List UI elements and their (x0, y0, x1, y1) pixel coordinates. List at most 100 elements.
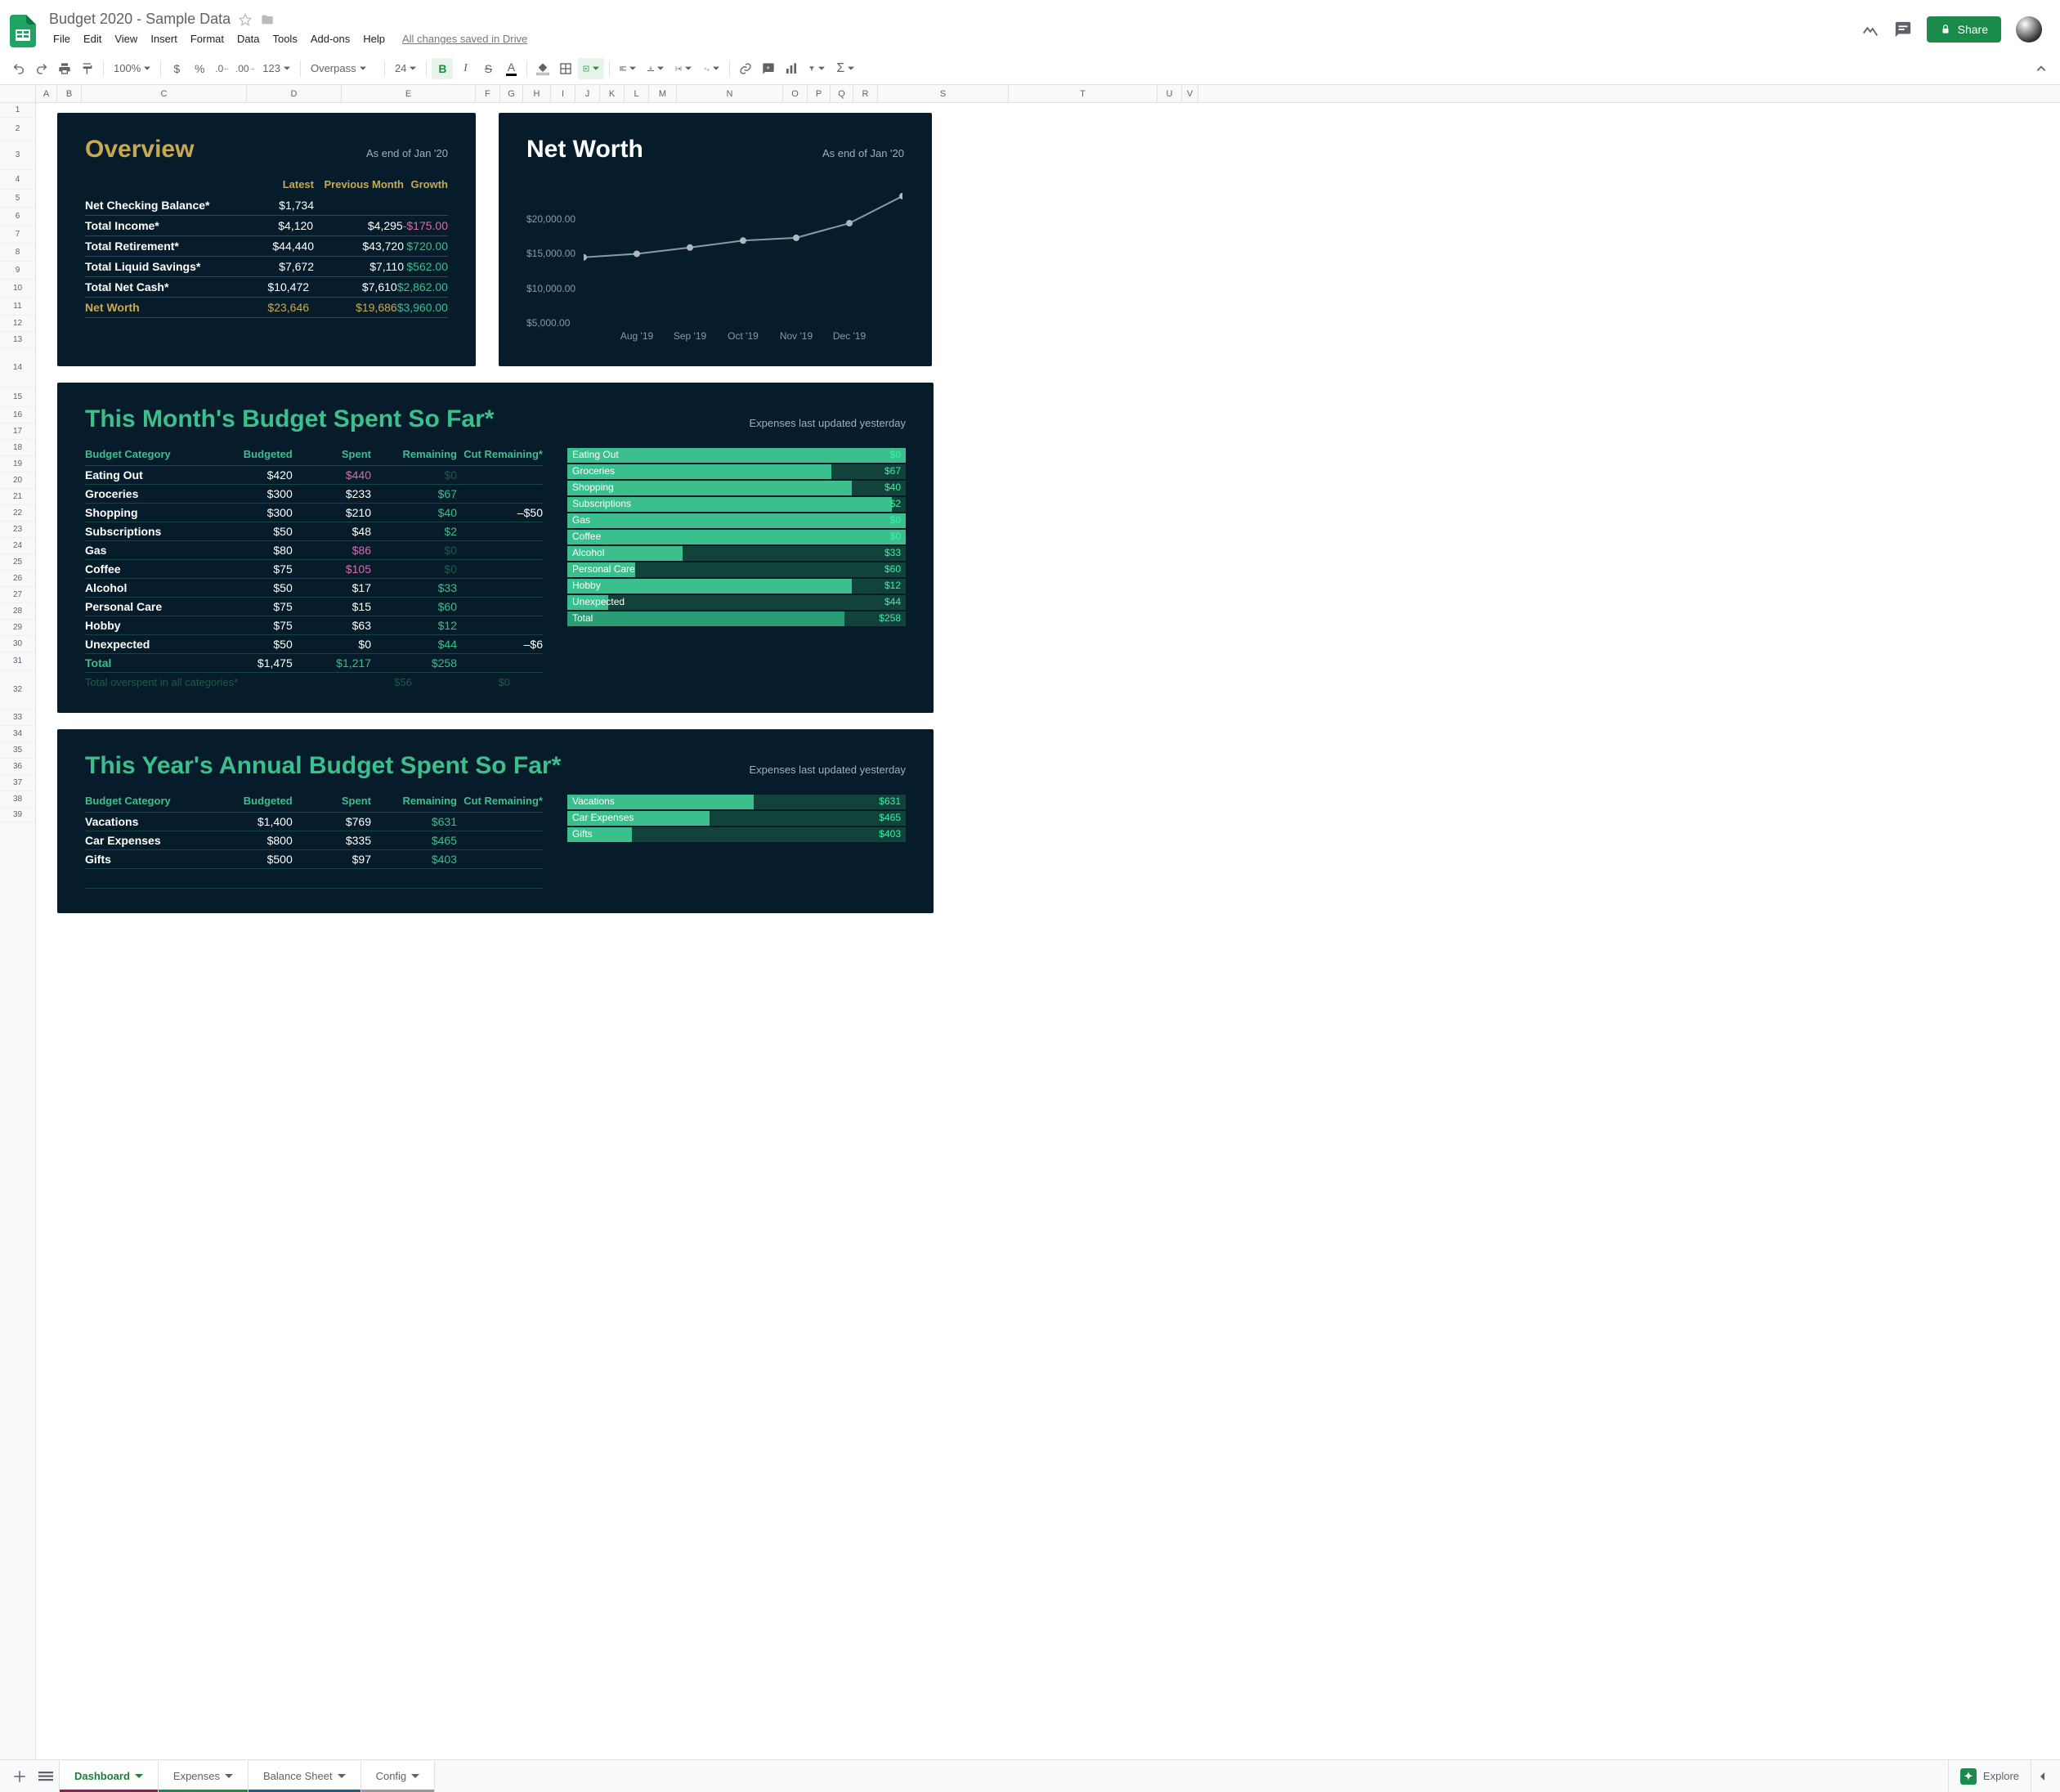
col-D[interactable]: D (247, 85, 342, 102)
functions-button[interactable]: Σ (831, 58, 859, 79)
menu-view[interactable]: View (109, 29, 143, 48)
fill-color-button[interactable] (532, 58, 553, 79)
row-20[interactable]: 20 (0, 473, 35, 489)
increase-decimal-icon[interactable]: .00→ (235, 58, 256, 79)
font-select[interactable]: Overpass (306, 58, 379, 79)
zoom-select[interactable]: 100% (109, 58, 155, 79)
bold-button[interactable]: B (432, 58, 453, 79)
menu-tools[interactable]: Tools (266, 29, 302, 48)
star-icon[interactable] (239, 13, 252, 26)
col-A[interactable]: A (36, 85, 57, 102)
currency-icon[interactable]: $ (166, 58, 187, 79)
col-L[interactable]: L (625, 85, 649, 102)
menu-edit[interactable]: Edit (78, 29, 107, 48)
row-32[interactable]: 32 (0, 670, 35, 710)
horizontal-align-button[interactable] (615, 58, 641, 79)
row-37[interactable]: 37 (0, 775, 35, 791)
row-6[interactable]: 6 (0, 208, 35, 226)
paint-format-icon[interactable] (77, 58, 98, 79)
print-icon[interactable] (54, 58, 75, 79)
row-17[interactable]: 17 (0, 423, 35, 440)
insert-comment-icon[interactable]: + (758, 58, 779, 79)
activity-icon[interactable] (1861, 20, 1879, 38)
row-24[interactable]: 24 (0, 538, 35, 554)
col-P[interactable]: P (808, 85, 831, 102)
row-3[interactable]: 3 (0, 141, 35, 170)
menu-file[interactable]: File (47, 29, 76, 48)
col-Q[interactable]: Q (831, 85, 853, 102)
row-33[interactable]: 33 (0, 710, 35, 726)
row-12[interactable]: 12 (0, 316, 35, 332)
row-4[interactable]: 4 (0, 170, 35, 190)
col-V[interactable]: V (1182, 85, 1198, 102)
text-rotation-button[interactable]: A (698, 58, 724, 79)
row-30[interactable]: 30 (0, 636, 35, 652)
hide-sidepanel-button[interactable] (2031, 1760, 2053, 1792)
row-14[interactable]: 14 (0, 348, 35, 388)
menu-insert[interactable]: Insert (145, 29, 183, 48)
col-S[interactable]: S (878, 85, 1009, 102)
row-35[interactable]: 35 (0, 742, 35, 759)
col-N[interactable]: N (677, 85, 783, 102)
row-29[interactable]: 29 (0, 620, 35, 636)
col-M[interactable]: M (649, 85, 677, 102)
row-26[interactable]: 26 (0, 571, 35, 587)
row-38[interactable]: 38 (0, 791, 35, 808)
strikethrough-button[interactable]: S (477, 58, 499, 79)
vertical-align-button[interactable] (643, 58, 669, 79)
text-color-button[interactable]: A (500, 58, 522, 79)
row-1[interactable]: 1 (0, 103, 35, 118)
col-C[interactable]: C (82, 85, 247, 102)
col-O[interactable]: O (783, 85, 808, 102)
add-sheet-button[interactable] (7, 1763, 33, 1790)
row-15[interactable]: 15 (0, 388, 35, 407)
share-button[interactable]: Share (1927, 16, 2001, 43)
insert-link-icon[interactable] (735, 58, 756, 79)
col-U[interactable]: U (1158, 85, 1182, 102)
col-E[interactable]: E (342, 85, 476, 102)
col-G[interactable]: G (500, 85, 523, 102)
all-sheets-button[interactable] (33, 1763, 59, 1790)
menu-format[interactable]: Format (185, 29, 230, 48)
row-22[interactable]: 22 (0, 505, 35, 522)
row-11[interactable]: 11 (0, 298, 35, 316)
col-K[interactable]: K (600, 85, 625, 102)
row-8[interactable]: 8 (0, 244, 35, 262)
row-39[interactable]: 39 (0, 808, 35, 822)
row-5[interactable]: 5 (0, 190, 35, 208)
col-I[interactable]: I (551, 85, 575, 102)
merge-cells-button[interactable] (578, 58, 604, 79)
row-7[interactable]: 7 (0, 226, 35, 244)
menu-help[interactable]: Help (357, 29, 391, 48)
saved-status[interactable]: All changes saved in Drive (402, 29, 527, 48)
col-R[interactable]: R (853, 85, 878, 102)
avatar[interactable] (2016, 16, 2042, 43)
tab-expenses[interactable]: Expenses (159, 1761, 249, 1792)
row-2[interactable]: 2 (0, 118, 35, 141)
col-J[interactable]: J (575, 85, 600, 102)
text-wrap-button[interactable] (670, 58, 696, 79)
row-28[interactable]: 28 (0, 603, 35, 620)
insert-chart-icon[interactable] (781, 58, 802, 79)
col-H[interactable]: H (523, 85, 551, 102)
select-all-corner[interactable] (0, 85, 36, 102)
tab-dashboard[interactable]: Dashboard (59, 1761, 159, 1792)
collapse-toolbar-icon[interactable] (2031, 58, 2052, 79)
percent-icon[interactable]: % (189, 58, 210, 79)
font-size-select[interactable]: 24 (390, 58, 421, 79)
tab-balance-sheet[interactable]: Balance Sheet (249, 1761, 361, 1792)
row-21[interactable]: 21 (0, 489, 35, 505)
row-18[interactable]: 18 (0, 440, 35, 456)
row-36[interactable]: 36 (0, 759, 35, 775)
undo-icon[interactable] (8, 58, 29, 79)
col-B[interactable]: B (57, 85, 82, 102)
row-25[interactable]: 25 (0, 554, 35, 571)
row-23[interactable]: 23 (0, 522, 35, 538)
borders-button[interactable] (555, 58, 576, 79)
italic-button[interactable]: I (455, 58, 476, 79)
row-13[interactable]: 13 (0, 332, 35, 348)
row-34[interactable]: 34 (0, 726, 35, 742)
redo-icon[interactable] (31, 58, 52, 79)
row-16[interactable]: 16 (0, 407, 35, 423)
number-format-select[interactable]: 123 (258, 58, 295, 79)
